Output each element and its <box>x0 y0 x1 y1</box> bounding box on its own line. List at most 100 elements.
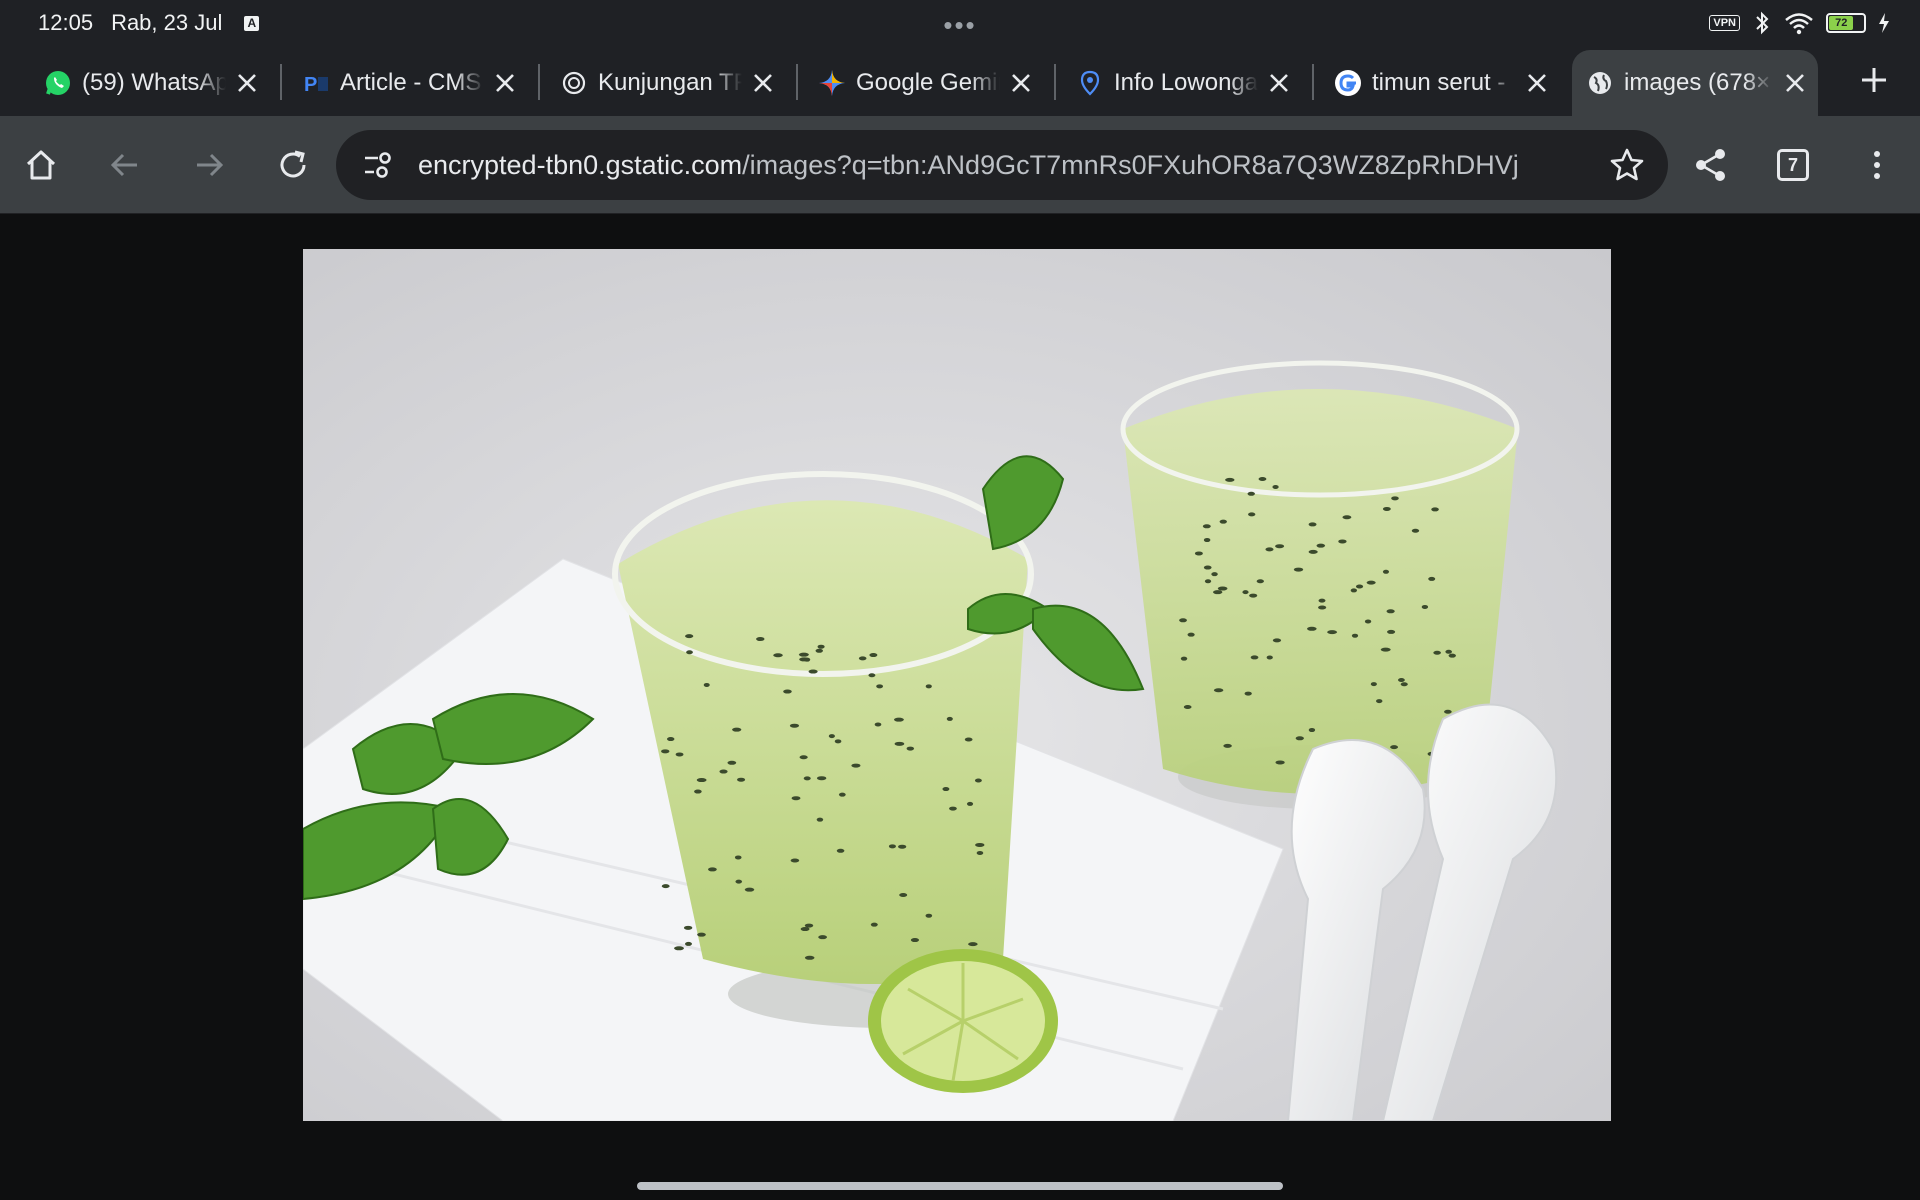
tab-separator <box>538 64 540 100</box>
close-tab-icon[interactable] <box>1782 70 1808 96</box>
cucumber-seed <box>1248 512 1256 517</box>
cucumber-seed <box>1445 649 1452 654</box>
cucumber-seed <box>694 789 702 794</box>
gesture-home-bar[interactable] <box>637 1182 1283 1190</box>
cucumber-seed <box>964 737 973 742</box>
cucumber-seed <box>798 652 809 657</box>
cucumber-seed <box>1272 638 1282 643</box>
battery-icon: 72 <box>1826 13 1866 33</box>
cucumber-seed <box>1211 572 1218 577</box>
back-button[interactable] <box>100 140 150 190</box>
tab-whatsapp[interactable]: (59) WhatsApp <box>30 50 270 116</box>
system-status-bar: 12:05 Rab, 23 Jul A ••• VPN 72 <box>0 0 1920 46</box>
cucumber-seed <box>1187 632 1195 637</box>
cucumber-seed <box>708 867 717 872</box>
tab-switcher-button[interactable]: 7 <box>1768 140 1818 190</box>
close-tab-icon[interactable] <box>750 70 776 96</box>
tab-images-active[interactable]: images (678× <box>1572 50 1818 116</box>
forward-button[interactable] <box>184 140 234 190</box>
cucumber-seed <box>1366 580 1376 585</box>
site-settings-icon[interactable] <box>360 147 396 183</box>
tab-kunjungan[interactable]: Kunjungan TF <box>546 50 786 116</box>
cucumber-seed <box>799 755 808 760</box>
tab-title: Google Gemini <box>856 69 1000 96</box>
tab-article-cms[interactable]: P Article - CMS <box>288 50 528 116</box>
close-tab-icon[interactable] <box>1524 70 1550 96</box>
close-tab-icon[interactable] <box>1266 70 1292 96</box>
cucumber-seed <box>898 844 907 849</box>
cucumber-seed <box>1308 728 1316 733</box>
back-arrow-icon <box>110 153 137 177</box>
cucumber-seed <box>1382 506 1391 511</box>
cucumber-seed <box>799 657 810 662</box>
cucumber-seed <box>906 746 915 751</box>
charging-icon <box>1879 13 1889 33</box>
home-button[interactable] <box>16 140 66 190</box>
tab-title: (59) WhatsApp <box>82 69 226 96</box>
cucumber-seed <box>1338 539 1347 544</box>
cucumber-seed <box>894 717 904 722</box>
cucumber-seed <box>666 737 675 742</box>
cucumber-seed <box>703 682 710 687</box>
cucumber-seed <box>836 848 845 853</box>
wifi-icon <box>1785 13 1813 35</box>
cucumber-seed <box>661 884 670 889</box>
cucumber-seed <box>1350 588 1358 593</box>
cucumber-seed <box>1225 477 1235 482</box>
cucumber-seed <box>1219 519 1227 524</box>
date: Rab, 23 Jul <box>111 10 223 35</box>
bookmark-star-icon[interactable] <box>1608 146 1646 184</box>
cucumber-seed <box>874 722 882 727</box>
new-tab-plus-icon[interactable] <box>1854 60 1894 100</box>
cucumber-seed <box>1411 528 1420 533</box>
cucumber-seed <box>1376 699 1383 704</box>
cucumber-seed <box>817 644 825 649</box>
cucumber-seed <box>966 801 974 806</box>
svg-text:P: P <box>304 74 317 96</box>
menu-button[interactable] <box>1852 140 1902 190</box>
address-bar[interactable]: encrypted-tbn0.gstatic.com/images?q=tbn:… <box>336 130 1668 200</box>
multiwindow-handle-icon[interactable]: ••• <box>943 10 976 41</box>
cucumber-seed <box>1179 618 1187 623</box>
cucumber-seed <box>1400 682 1408 687</box>
cucumber-seed <box>685 634 694 639</box>
cucumber-seed <box>868 673 876 678</box>
browser-toolbar: encrypted-tbn0.gstatic.com/images?q=tbn:… <box>0 116 1920 214</box>
whatsapp-icon <box>44 69 72 97</box>
openai-icon <box>560 69 588 97</box>
cucumber-seed <box>1204 579 1212 584</box>
cucumber-seed <box>1390 745 1398 750</box>
cucumber-drink-photo[interactable] <box>303 249 1611 1121</box>
cucumber-seed <box>838 792 846 797</box>
cucumber-seed <box>744 887 755 892</box>
cucumber-seed <box>975 842 985 847</box>
gemini-icon <box>818 69 846 97</box>
cucumber-seed <box>858 656 867 661</box>
share-button[interactable] <box>1686 140 1736 190</box>
tab-separator <box>280 64 282 100</box>
cucumber-seed <box>1203 565 1212 570</box>
cucumber-seed <box>1194 551 1203 556</box>
forward-arrow-icon <box>197 153 224 177</box>
reload-button[interactable] <box>268 140 318 190</box>
cucumber-seed <box>756 637 765 642</box>
battery-level: 72 <box>1829 16 1854 30</box>
cucumber-seed <box>661 749 670 754</box>
close-tab-icon[interactable] <box>1008 70 1034 96</box>
close-tab-icon[interactable] <box>492 70 518 96</box>
cucumber-seed <box>790 858 800 863</box>
cucumber-seed <box>925 913 933 918</box>
url-text[interactable]: encrypted-tbn0.gstatic.com/images?q=tbn:… <box>418 150 1570 181</box>
cucumber-seed <box>1223 743 1232 748</box>
tab-timun-serut[interactable]: timun serut - <box>1320 50 1560 116</box>
tab-info-lowongan[interactable]: Info Lowongan <box>1062 50 1302 116</box>
home-icon <box>26 150 56 180</box>
cucumber-seed <box>734 855 742 860</box>
cucumber-seed <box>1275 544 1285 549</box>
tab-google-gemini[interactable]: Google Gemini <box>804 50 1044 116</box>
close-tab-icon[interactable] <box>234 70 260 96</box>
cucumber-seed <box>1382 569 1390 574</box>
cucumber-seed <box>1355 584 1364 589</box>
cucumber-seed <box>1327 630 1338 635</box>
cucumber-seed <box>1203 538 1211 543</box>
